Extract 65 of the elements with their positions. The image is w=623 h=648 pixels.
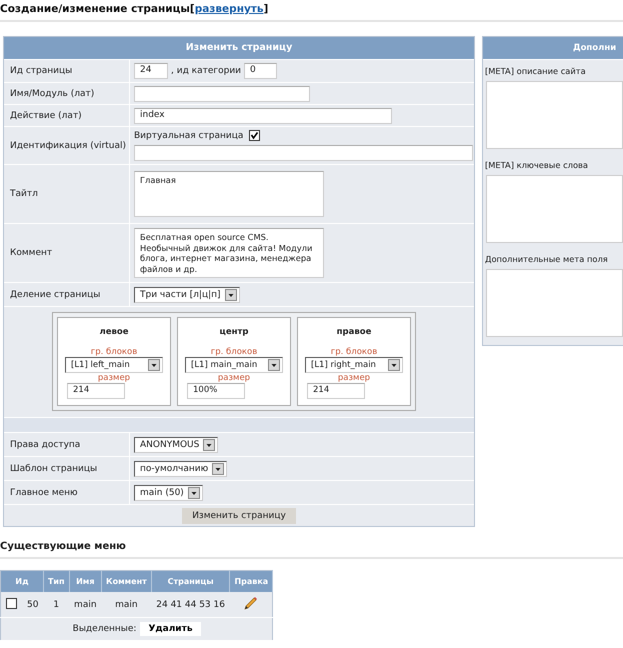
input-field[interactable]: 214 (67, 383, 125, 399)
input-field[interactable] (134, 145, 473, 161)
field-label: гр. блоков (210, 347, 258, 357)
checkbox[interactable] (6, 598, 17, 608)
field-label: Главное меню (10, 488, 78, 498)
field-label: гр. блоков (330, 347, 378, 357)
bracket: [ (190, 3, 195, 15)
field-label: Дополнительные мета поля (484, 253, 609, 266)
input-field[interactable]: 0 (244, 63, 278, 79)
dropdown[interactable]: по-умолчанию (134, 460, 228, 476)
column-title: левое (100, 327, 128, 337)
delete-button[interactable]: Удалить (140, 622, 201, 636)
column-header: Страницы (151, 570, 230, 592)
field-label: Права доступа (10, 440, 80, 450)
dropdown[interactable]: Три части [л|ц|п] (134, 286, 240, 302)
panel-header: Дополни (483, 37, 623, 60)
field-label: Коммент (10, 248, 52, 258)
dropdown[interactable]: [L1] right_main (305, 357, 403, 373)
column-title: центр (220, 327, 248, 337)
dropdown[interactable]: [L1] main_main (185, 357, 283, 373)
field-label: Действие (лат) (10, 111, 82, 121)
submit-button[interactable]: Изменить страницу (182, 508, 296, 524)
column-header: Ид (0, 570, 44, 592)
column-title: правое (336, 327, 372, 337)
table-cell: main (69, 592, 102, 618)
input-field[interactable] (134, 86, 310, 102)
expand-link[interactable]: развернуть (194, 3, 264, 15)
dropdown[interactable]: ANONYMOUS (134, 436, 218, 452)
text-area[interactable]: Бесплатная open source CMS. Необычный движок для сайта! Модули блога, интернет магазина, менеджера файлов и др. (134, 228, 324, 278)
column-header: Имя (69, 570, 102, 592)
checkbox-label: Виртуальная страница (134, 131, 244, 141)
field-label: Шаблон страницы (10, 464, 98, 474)
panel-header: Изменить страницу (4, 37, 474, 60)
column-header: Тип (43, 570, 70, 592)
pencil-icon[interactable] (244, 596, 258, 610)
text-area[interactable]: Главная (134, 171, 324, 217)
dropdown[interactable]: main (50) (134, 484, 203, 500)
field-label: Имя/Модуль (лат) (10, 89, 94, 99)
table-cell: main (102, 592, 152, 618)
field-label: Тайтл (10, 189, 38, 199)
column-header: Правка (230, 570, 273, 592)
page-title: Создание/изменение страницы (0, 3, 190, 15)
field-label: , ид категории (171, 66, 242, 76)
column-header: Коммент (102, 570, 152, 592)
input-field[interactable]: 24 (134, 63, 168, 79)
field-label: Ид страницы (10, 66, 72, 76)
table-cell: 24 41 44 53 16 (151, 592, 230, 618)
field-label: размер (218, 373, 250, 383)
checkbox[interactable] (249, 130, 260, 141)
field-label: [META] описание сайта (484, 65, 587, 78)
field-label: размер (98, 373, 130, 383)
selected-label: Выделенные: (72, 624, 136, 634)
dropdown[interactable]: [L1] left_main (65, 357, 163, 373)
table-cell: 1 (43, 592, 70, 618)
field-label: Идентификация (virtual) (10, 140, 126, 150)
field-label: Деление страницы (10, 290, 100, 300)
input-field[interactable]: 214 (307, 383, 365, 399)
field-label: размер (338, 373, 370, 383)
field-label: гр. блоков (90, 347, 138, 357)
section-title: Существующие меню (0, 541, 623, 559)
table-cell: 50 (22, 592, 44, 618)
field-label: [META] ключевые слова (484, 159, 590, 172)
bracket: ] (264, 3, 268, 15)
input-field[interactable]: index (134, 108, 392, 124)
input-field[interactable]: 100% (187, 383, 245, 399)
